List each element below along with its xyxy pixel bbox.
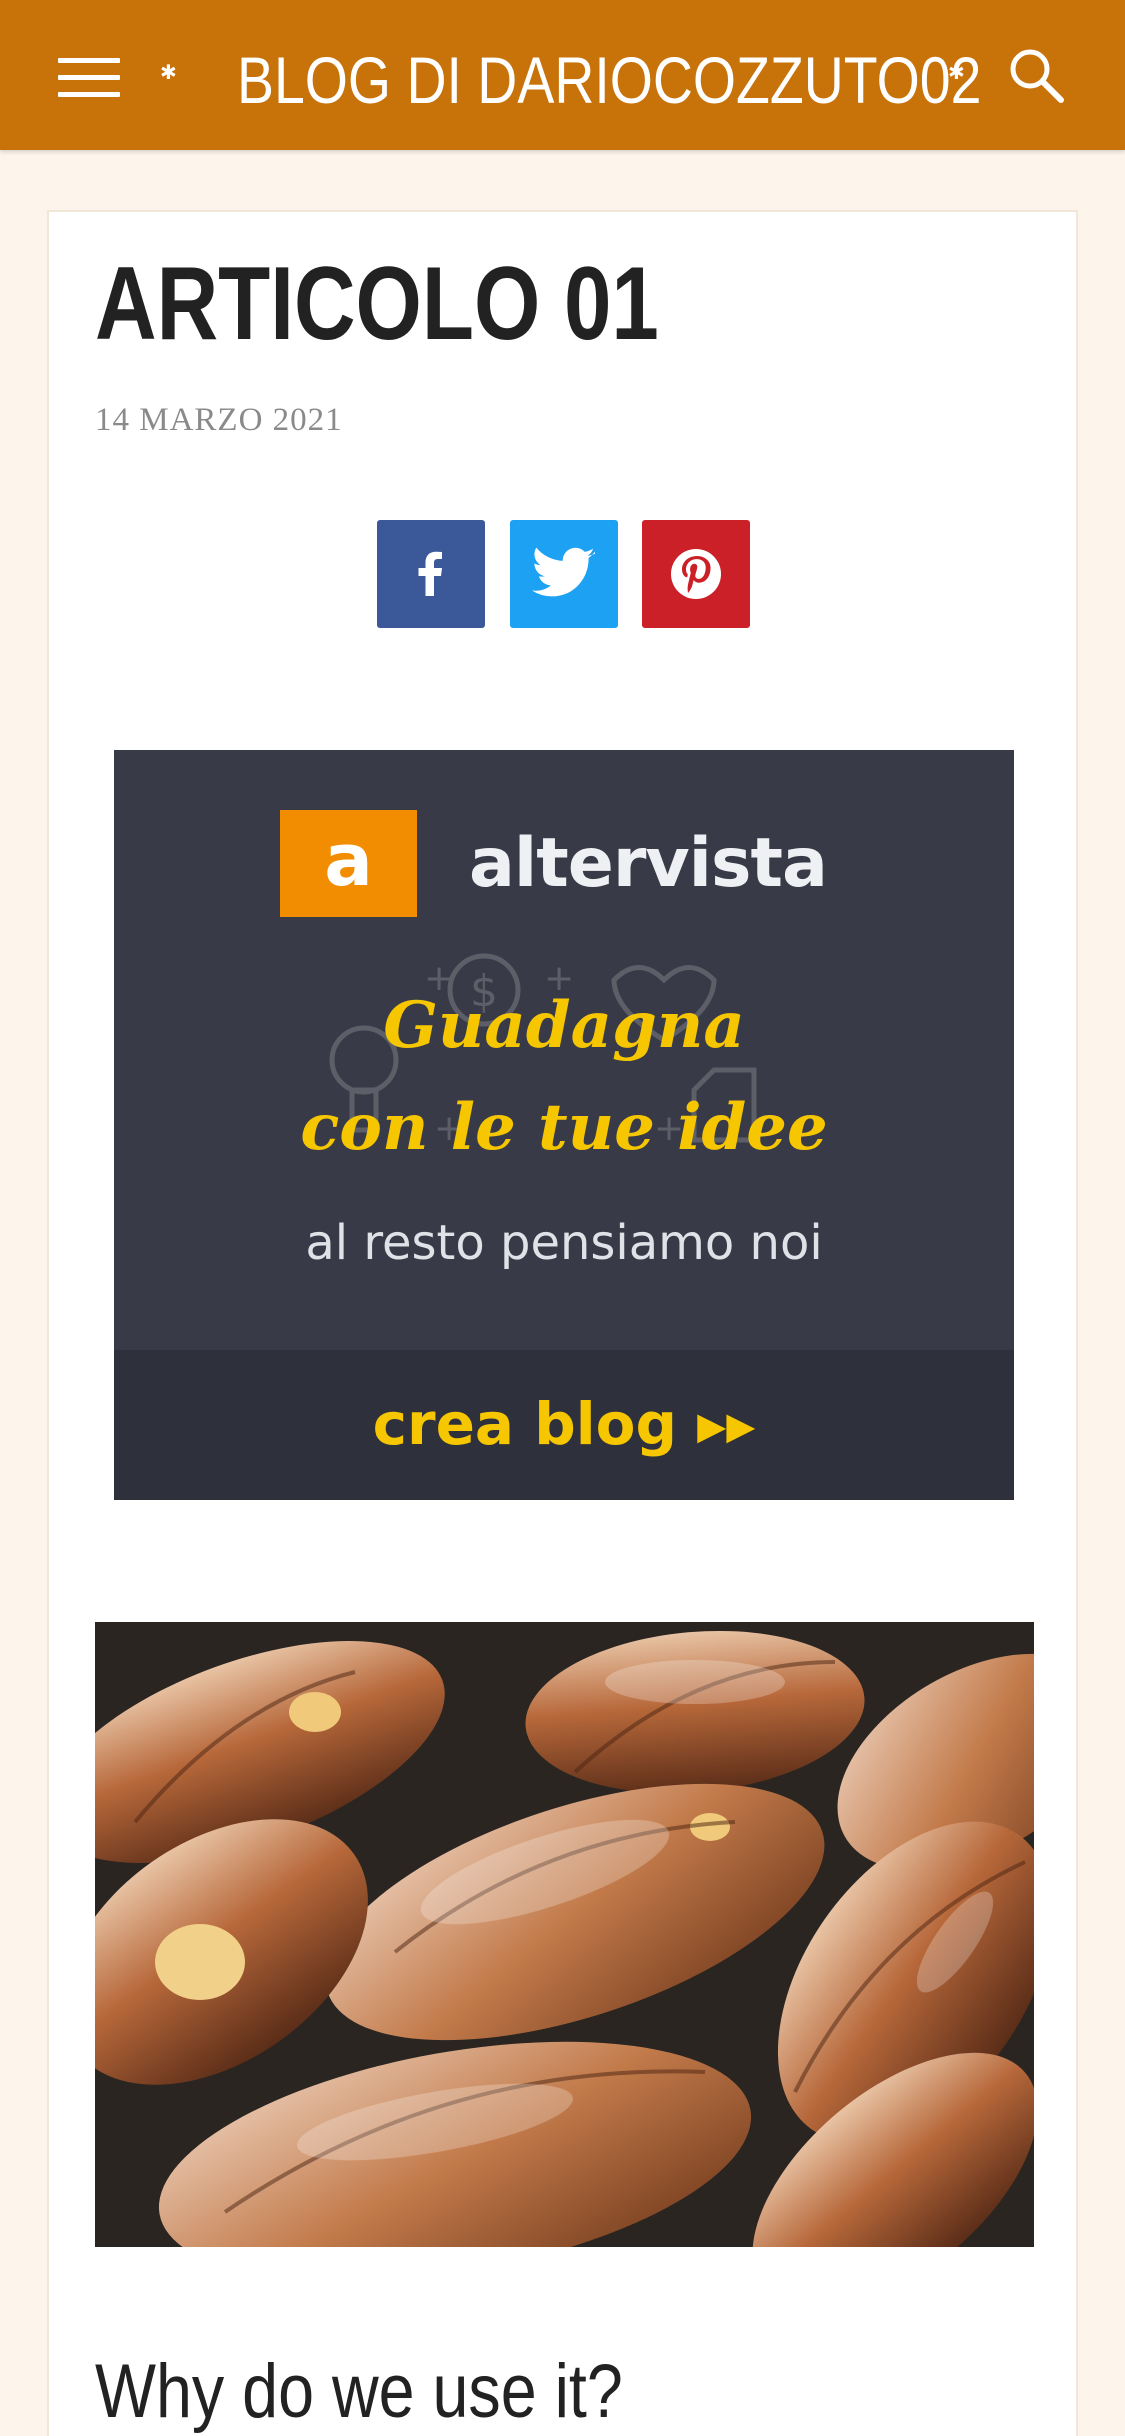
section-heading: Why do we use it?	[95, 2349, 623, 2434]
altervista-logo: a	[280, 810, 417, 917]
pinterest-share-button[interactable]	[642, 520, 750, 628]
search-icon[interactable]	[1006, 45, 1066, 105]
hamburger-menu-icon[interactable]	[58, 58, 120, 98]
altervista-ad-banner[interactable]: $ + + + + a altervista Guadagna con le t…	[114, 750, 1014, 1500]
ad-cta-button[interactable]: crea blog ▸▸	[114, 1390, 1014, 1458]
post-date: 14 MARZO 2021	[95, 402, 343, 438]
twitter-share-button[interactable]	[510, 520, 618, 628]
ad-headline-line2: con le tue idee	[300, 1090, 828, 1165]
post-title: ARTICOLO 01	[95, 246, 659, 362]
twitter-icon	[532, 547, 595, 597]
facebook-icon	[418, 551, 442, 596]
site-title[interactable]: BLOG DI DARIOCOZZUTO02	[237, 40, 981, 120]
top-app-bar: ✱ BLOG DI DARIOCOZZUTO02 ✱	[0, 0, 1125, 150]
facebook-share-button[interactable]	[377, 520, 485, 628]
star-decoration-icon: ✱	[948, 60, 965, 84]
star-decoration-icon: ✱	[160, 60, 177, 84]
post-card: ARTICOLO 01 14 MARZO 2021 $ + + + + a al…	[47, 210, 1078, 2436]
pinterest-icon	[671, 549, 721, 599]
ad-subline: al resto pensiamo noi	[305, 1215, 823, 1271]
ad-headline-line1: Guadagna	[383, 988, 745, 1063]
ad-brand-name: altervista	[469, 824, 828, 903]
croissants-photo	[95, 1622, 1034, 2247]
